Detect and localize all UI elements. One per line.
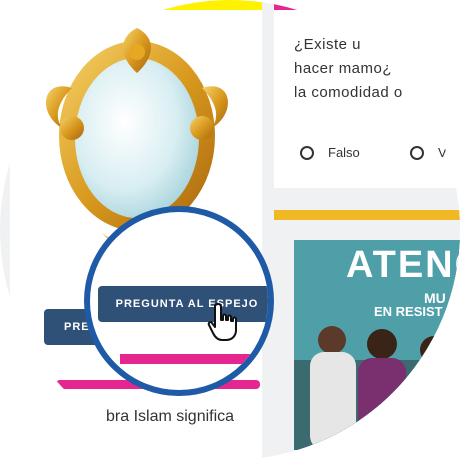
card-accent-bar [10,0,262,10]
quiz-question-line-3: la comodidad o [294,84,403,101]
news-card-accent-bar [274,210,460,220]
quiz-question-line-2: hacer mamo¿ [294,60,393,77]
magnifier-lens: PREGUNTA AL ESPEJO [84,206,274,396]
radio-button-false[interactable] [300,145,314,160]
quiz-question-line-1: ¿Existe u [294,36,362,53]
quiz-option-true[interactable]: V [410,145,447,160]
radio-button-true[interactable] [410,145,424,160]
news-headline: ATENC [346,244,460,286]
quiz-accent-bar [274,0,460,10]
news-subheadline-2: EN RESIST [374,304,443,319]
quiz-option-false[interactable]: Falso [300,145,360,160]
quiz-option-true-label: V [438,145,447,160]
ask-mirror-button-zoomed[interactable]: PREGUNTA AL ESPEJO [98,286,268,322]
quiz-option-false-label: Falso [328,145,360,160]
quiz-card: ¿Existe u hacer mamo¿ la comodidad o Fal… [274,0,460,188]
page-viewport: PRE bra Islam significa ¿Existe u hacer … [0,0,460,460]
card-teaser-text: bra Islam significa [106,408,235,425]
hand-pointer-icon [207,303,237,341]
lens-pink-bar [120,354,268,364]
news-photo[interactable]: ATENC MU EN RESIST [294,240,460,450]
